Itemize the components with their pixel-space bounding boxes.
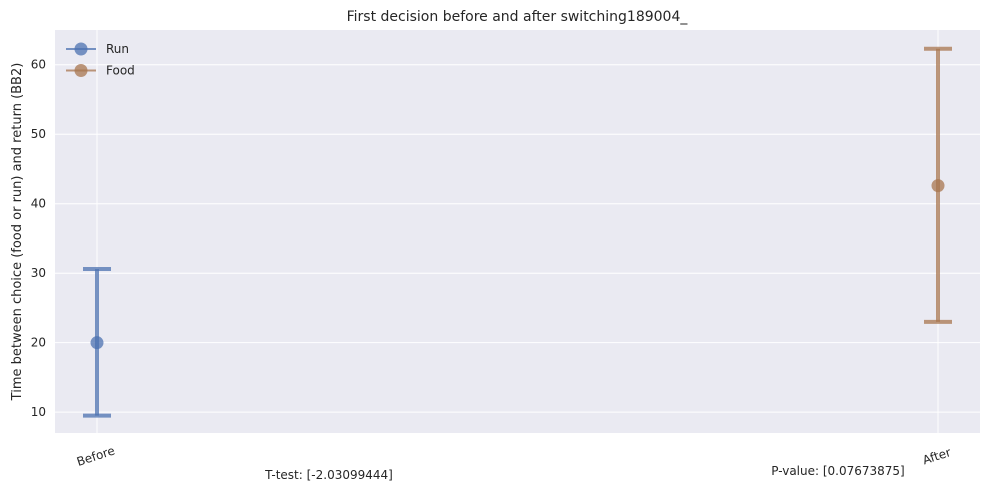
legend-label: Run [106, 42, 129, 56]
y-tick-label: 20 [31, 336, 46, 350]
pvalue-annotation: P-value: [0.07673875] [771, 464, 905, 478]
y-tick-label: 60 [31, 58, 46, 72]
mean-point [931, 179, 945, 193]
y-tick-label: 50 [31, 127, 46, 141]
y-axis-label: Time between choice (food or run) and re… [10, 63, 25, 402]
y-tick-label: 10 [31, 405, 46, 419]
chart-svg: 102030405060Before After First decision b… [0, 0, 989, 492]
y-tick-label: 30 [31, 266, 46, 280]
chart: 10 20 30 40 50 60 Before After First decision b… [0, 0, 989, 492]
mean-point [90, 336, 104, 350]
legend-marker [74, 42, 88, 56]
plot-area [55, 30, 980, 433]
legend-marker [74, 64, 88, 77]
ttest-annotation: T-test: [-2.03099444] [264, 468, 393, 482]
legend-label: Food [106, 64, 135, 78]
y-tick-label: 40 [31, 197, 46, 211]
chart-title: First decision before and after switchin… [347, 9, 689, 25]
